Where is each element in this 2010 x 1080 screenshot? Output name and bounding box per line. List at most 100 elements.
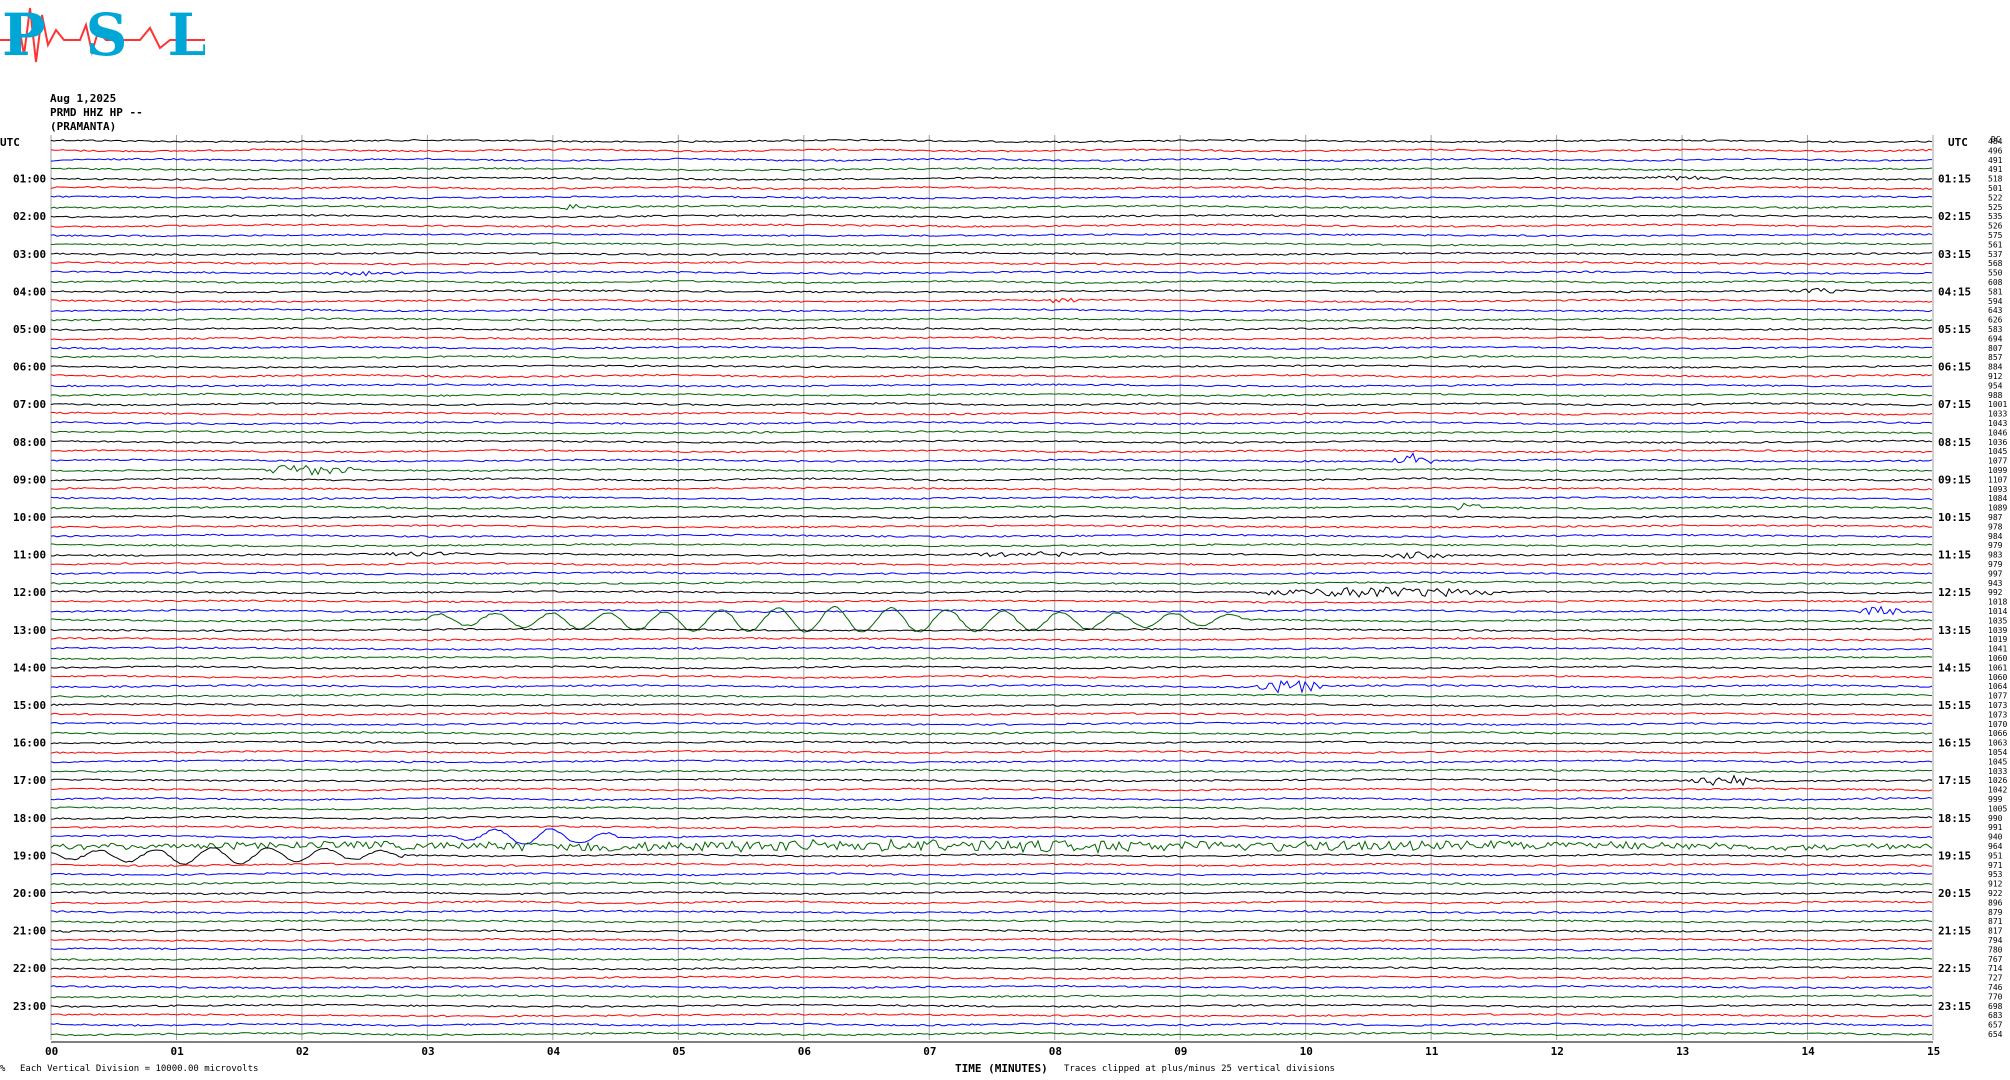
- hour-label-right: 17:15: [1938, 774, 1971, 787]
- trace-row: [50, 693, 1933, 698]
- dc-offset-label: 1077: [1988, 457, 2007, 466]
- x-axis-title: TIME (MINUTES): [955, 1062, 1048, 1075]
- dc-offset-label: 594: [1988, 297, 2003, 306]
- hour-label-right: 20:15: [1938, 887, 1971, 900]
- trace-row: [50, 138, 1933, 144]
- dc-offset-label: 940: [1988, 833, 2003, 842]
- dc-offset-label: 1099: [1988, 466, 2007, 475]
- trace-row: [50, 665, 1933, 670]
- hour-label-right: 07:15: [1938, 398, 1971, 411]
- trace-row: [50, 637, 1933, 642]
- trace-row: [50, 928, 1933, 933]
- dc-offset-label: 1060: [1988, 673, 2007, 682]
- hour-label-right: 19:15: [1938, 849, 1971, 862]
- dc-offset-label: 698: [1988, 1002, 2003, 1011]
- dc-offset-label: 522: [1988, 193, 2003, 202]
- dc-offset-label: 1084: [1988, 494, 2007, 503]
- trace-row: [50, 768, 1933, 773]
- trace-row: [50, 464, 1933, 476]
- hour-label-left: 05:00: [13, 323, 46, 336]
- trace-row: [50, 721, 1933, 726]
- trace-row: [50, 605, 1933, 616]
- dc-offset-label: 746: [1988, 983, 2003, 992]
- trace-row: [50, 157, 1932, 162]
- dc-offset-label: 1107: [1988, 475, 2007, 484]
- dc-offset-label: 1045: [1988, 757, 2007, 766]
- dc-offset-label: 694: [1988, 334, 2003, 343]
- dc-offset-label: 979: [1988, 560, 2003, 569]
- trace-row: [50, 731, 1932, 736]
- trace-row: [50, 452, 1933, 465]
- dc-offset-label: 1041: [1988, 645, 2007, 654]
- trace-row: [50, 806, 1933, 811]
- trace-row: [50, 270, 1933, 277]
- dc-offset-label: 581: [1988, 287, 2003, 296]
- dc-offset-label: 657: [1988, 1021, 2003, 1030]
- hour-label-right: 03:15: [1938, 248, 1971, 261]
- dc-offset-label: 971: [1988, 861, 2003, 870]
- trace-row: [50, 862, 1933, 867]
- hour-label-right: 08:15: [1938, 436, 1971, 449]
- trace-row: [50, 496, 1933, 501]
- x-tick-label: 09: [1174, 1045, 1187, 1058]
- trace-row: [50, 242, 1933, 247]
- x-tick-label: 15: [1927, 1045, 1940, 1058]
- dc-offset-label: 1046: [1988, 428, 2007, 437]
- dc-offset-label: 654: [1988, 1030, 2003, 1039]
- trace-row: [50, 514, 1933, 520]
- dc-offset-label: 992: [1988, 588, 2003, 597]
- trace-row: [50, 195, 1933, 200]
- x-tick-label: 03: [421, 1045, 434, 1058]
- x-tick-label: 00: [45, 1045, 58, 1058]
- trace-row: [50, 712, 1933, 717]
- dc-offset-label: 879: [1988, 908, 2003, 917]
- trace-row: [50, 148, 1933, 153]
- dc-offset-label: 943: [1988, 579, 2003, 588]
- dc-offset-label: 1019: [1988, 635, 2007, 644]
- dc-offset-label: 999: [1988, 795, 2003, 804]
- dc-offset-label: 1054: [1988, 748, 2007, 757]
- dc-offset-label: 537: [1988, 250, 2003, 259]
- trace-row: [50, 749, 1933, 755]
- trace-row: [51, 787, 1933, 792]
- dc-offset-label: 1036: [1988, 438, 2007, 447]
- x-tick-label: 10: [1300, 1045, 1313, 1058]
- dc-offset-label: 1073: [1988, 701, 2007, 710]
- trace-row: [50, 533, 1933, 538]
- dc-offset-label: 683: [1988, 1011, 2003, 1020]
- hour-label-left: 20:00: [13, 887, 46, 900]
- trace-row: [50, 947, 1933, 952]
- trace-row: [50, 702, 1933, 708]
- dc-offset-label: 807: [1988, 344, 2003, 353]
- dc-offset-label: 983: [1988, 551, 2003, 560]
- trace-row: [50, 956, 1933, 961]
- x-tick-label: 13: [1676, 1045, 1689, 1058]
- dc-offset-label: 535: [1988, 212, 2003, 221]
- x-tick-label: 04: [547, 1045, 561, 1058]
- hour-label-left: 14:00: [13, 661, 46, 674]
- hour-label-left: 10:00: [13, 511, 46, 524]
- hour-label-right: 15:15: [1938, 699, 1971, 712]
- trace-row: [50, 1022, 1933, 1027]
- hour-label-left: 09:00: [13, 473, 46, 486]
- trace-row: [50, 627, 1933, 632]
- dc-offset-label: 857: [1988, 353, 2003, 362]
- hour-label-right: 04:15: [1938, 285, 1971, 298]
- dc-offset-label: 496: [1988, 146, 2003, 155]
- dc-offset-label: 1042: [1988, 786, 2007, 795]
- trace-row: [50, 1013, 1933, 1018]
- trace-row: [50, 345, 1932, 350]
- trace-row: [50, 881, 1933, 886]
- trace-row: [50, 251, 1933, 256]
- dc-offset-label: 896: [1988, 898, 2003, 907]
- dc-offset-label: 770: [1988, 992, 2003, 1001]
- trace-row: [50, 223, 1933, 228]
- trace-row: [50, 561, 1933, 567]
- x-tick-label: 12: [1551, 1045, 1564, 1058]
- dc-offset-label: 1001: [1988, 400, 2007, 409]
- dc-offset-label: 988: [1988, 391, 2003, 400]
- hour-label-left: 13:00: [13, 624, 46, 637]
- trace-row: [51, 919, 1933, 924]
- hour-label-left: 19:00: [13, 849, 46, 862]
- dc-offset-label: 954: [1988, 381, 2003, 390]
